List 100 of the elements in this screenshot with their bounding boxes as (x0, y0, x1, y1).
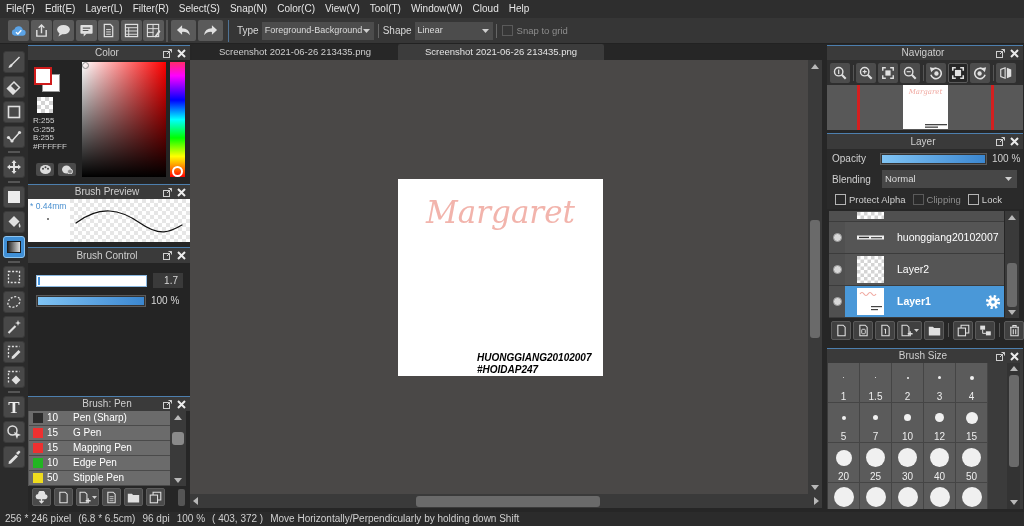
menu-item[interactable]: Layer(L) (85, 3, 123, 15)
scrollbar-thumb[interactable] (1007, 263, 1017, 307)
brush-size-cell[interactable]: 2 (892, 363, 924, 403)
brush-size-cell[interactable]: 30 (892, 443, 924, 483)
redo-button[interactable] (198, 20, 223, 41)
menu-item[interactable]: Select(S) (178, 3, 220, 15)
tool-button[interactable] (3, 156, 25, 178)
layer-tool-button[interactable] (853, 320, 873, 340)
brush-size-cell[interactable]: 5 (828, 403, 860, 443)
layer-tool-button[interactable] (1004, 320, 1024, 340)
toolbar-button[interactable] (53, 20, 74, 41)
visibility-dot-icon[interactable] (832, 233, 842, 242)
menu-item[interactable]: Tool(T) (369, 3, 401, 15)
close-icon[interactable] (1010, 137, 1019, 146)
toolbar-button[interactable] (143, 20, 164, 41)
menu-item[interactable]: Edit(E) (44, 3, 76, 15)
brush-size-cell[interactable]: 4 (956, 363, 988, 403)
float-icon[interactable] (163, 48, 172, 58)
float-icon[interactable] (163, 187, 172, 197)
brush-size-cell[interactable]: 10 (892, 403, 924, 443)
float-icon[interactable] (996, 351, 1005, 361)
layer-tool-button[interactable] (897, 320, 922, 340)
toolbar-button[interactable] (75, 20, 97, 41)
navigator-button[interactable] (856, 62, 876, 83)
brush-size-cell[interactable] (924, 483, 956, 509)
menu-item[interactable]: Help (508, 3, 530, 15)
layer-tool-button[interactable] (924, 320, 944, 340)
color-marker-icon[interactable] (82, 62, 89, 69)
layer-row[interactable]: Layer2 (845, 254, 1004, 285)
close-icon[interactable] (177, 48, 186, 58)
brush-tool-button[interactable] (32, 488, 51, 506)
menu-item[interactable]: Cloud (472, 3, 499, 15)
tool-button[interactable] (3, 236, 25, 258)
brush-size-cell[interactable] (892, 483, 924, 509)
navigator-button[interactable] (900, 62, 920, 83)
brush-size-cell[interactable]: 12 (924, 403, 956, 443)
brush-item[interactable]: 10 Pen (Sharp) (29, 411, 170, 426)
brush-size-cell[interactable] (956, 483, 988, 509)
float-icon[interactable] (996, 48, 1005, 58)
shape-dropdown[interactable]: Linear (414, 21, 493, 40)
float-icon[interactable] (996, 137, 1005, 146)
toolbar-button[interactable] (120, 20, 142, 41)
vertical-scrollbar[interactable] (170, 411, 186, 486)
close-icon[interactable] (1010, 351, 1019, 361)
scrollbar-thumb[interactable] (416, 495, 600, 507)
size-input[interactable]: 1.7 (153, 273, 183, 288)
brush-size-cell[interactable]: 25 (860, 443, 892, 483)
tool-button[interactable] (3, 211, 25, 233)
brush-size-cell[interactable] (860, 483, 892, 509)
brush-item[interactable]: 10 Edge Pen (29, 456, 170, 471)
layer-tool-button[interactable] (953, 320, 973, 340)
brush-size-cell[interactable]: 3 (924, 363, 956, 403)
tool-button[interactable]: T (3, 396, 25, 418)
brush-size-cell[interactable]: 7 (860, 403, 892, 443)
navigator-button[interactable] (926, 62, 946, 83)
hue-marker-icon[interactable] (172, 166, 183, 177)
brush-tool-button[interactable] (76, 488, 99, 506)
brush-tool-button[interactable] (54, 488, 73, 506)
brush-item[interactable]: 15 Mapping Pen (29, 441, 170, 456)
navigator-button[interactable] (878, 62, 898, 83)
brush-item[interactable]: 50 Stipple Pen (29, 471, 170, 486)
brush-size-cell[interactable] (828, 483, 860, 509)
close-icon[interactable] (177, 399, 186, 409)
tool-button[interactable] (3, 316, 25, 338)
horizontal-scrollbar[interactable] (190, 494, 822, 508)
tool-button[interactable] (3, 291, 25, 313)
brush-size-cell[interactable]: 1.5 (860, 363, 892, 403)
blending-dropdown[interactable]: Normal (882, 170, 1017, 188)
tool-button[interactable] (3, 421, 25, 443)
tool-button[interactable] (3, 266, 25, 288)
brush-size-cell[interactable]: 1 (828, 363, 860, 403)
brush-tool-button[interactable] (146, 488, 165, 506)
layer-tool-button[interactable] (875, 320, 895, 340)
tool-button[interactable] (3, 341, 25, 363)
vertical-scrollbar[interactable] (1005, 211, 1019, 318)
scrollbar-thumb[interactable] (1008, 375, 1019, 467)
toolbar-button[interactable] (8, 20, 29, 41)
type-dropdown[interactable]: Foreground-Background (261, 21, 374, 40)
undo-button[interactable] (171, 20, 196, 41)
tool-button[interactable] (3, 76, 25, 98)
brush-tool-button[interactable] (124, 488, 143, 506)
toolbar-button[interactable] (30, 20, 52, 41)
color-swatches-icon[interactable] (34, 67, 60, 92)
navigator-button[interactable] (970, 62, 990, 83)
tool-button[interactable] (3, 446, 25, 468)
close-icon[interactable] (177, 187, 186, 197)
scrollbar-thumb[interactable] (810, 220, 820, 338)
vertical-scrollbar[interactable] (808, 60, 822, 494)
brush-size-cell[interactable]: 15 (956, 403, 988, 443)
menu-item[interactable]: Snap(N) (229, 3, 268, 15)
checkbox[interactable] (835, 194, 846, 205)
palette-button[interactable] (36, 163, 54, 176)
layer-tool-button[interactable] (975, 320, 995, 340)
gear-icon[interactable] (985, 293, 1001, 310)
menu-item[interactable]: Filter(R) (132, 3, 169, 15)
navigator-button[interactable] (948, 62, 968, 83)
tool-button[interactable] (3, 366, 25, 388)
slider-handle[interactable] (178, 488, 185, 506)
brush-size-cell[interactable]: 20 (828, 443, 860, 483)
saturation-value-field[interactable] (82, 62, 166, 177)
